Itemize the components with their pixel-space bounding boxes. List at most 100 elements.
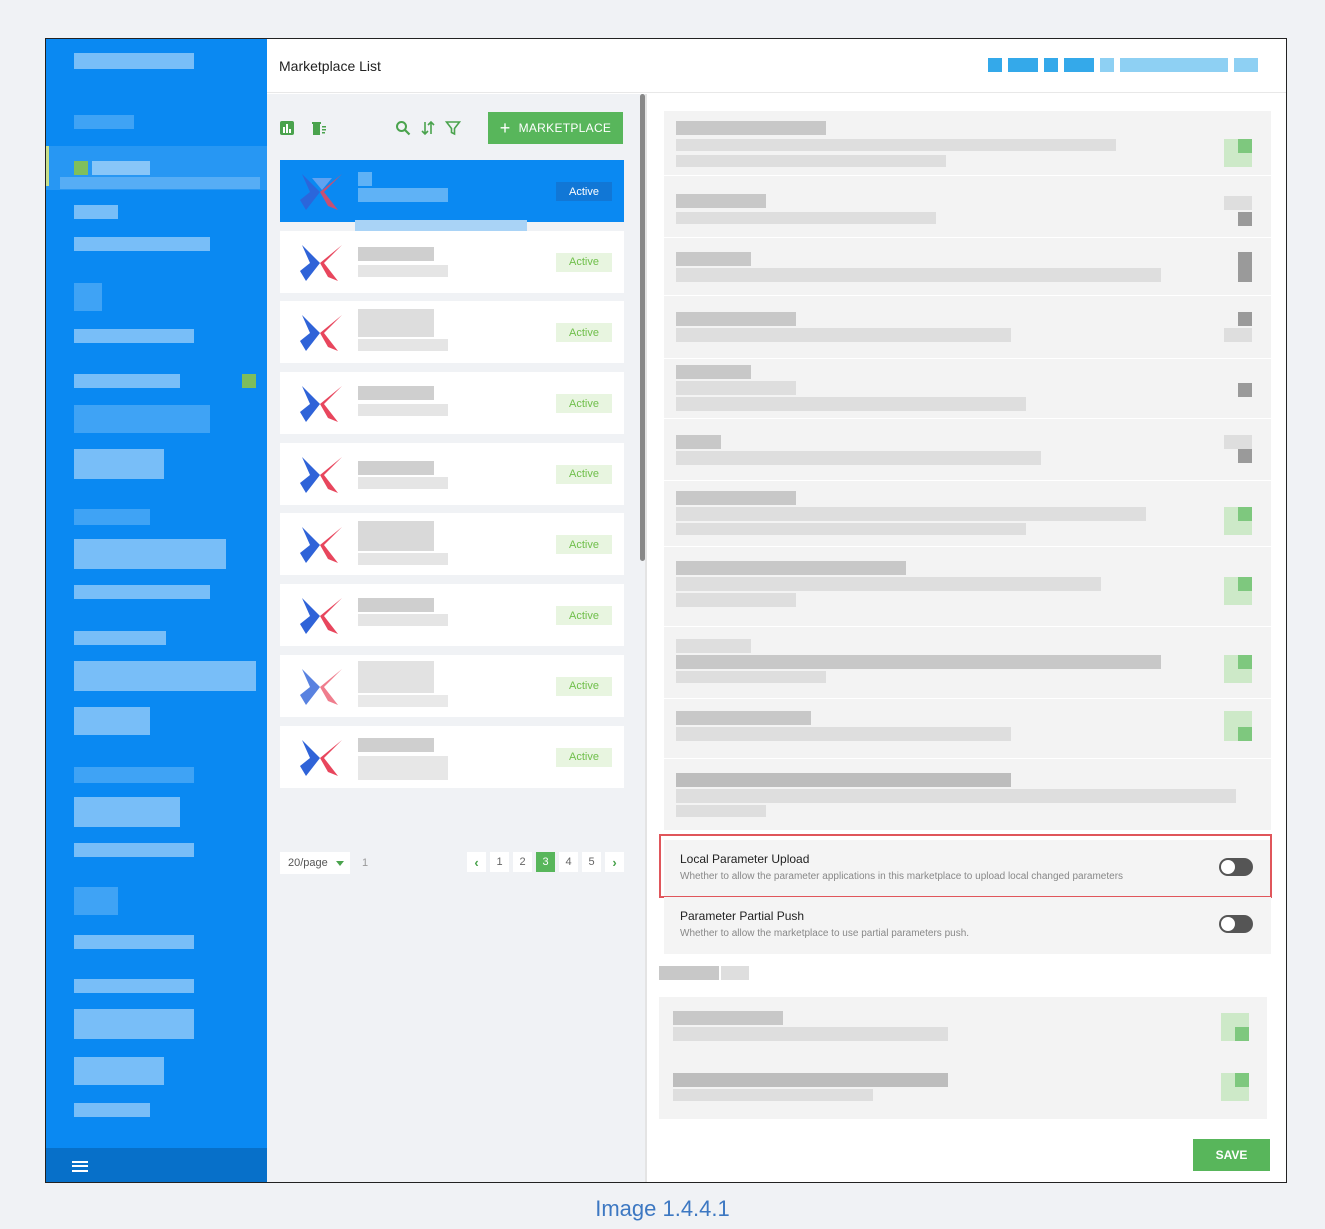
header-toolbar [988,58,1258,72]
sidebar-item[interactable] [74,1057,164,1085]
page-size-select[interactable]: 20/page [280,852,350,874]
marketplace-desc [358,694,448,707]
header-icon[interactable] [988,58,1002,72]
sidebar-item[interactable] [74,935,194,949]
marketplace-name [358,386,434,401]
setting-row [664,419,1271,481]
marketplace-name [358,737,434,752]
user-menu[interactable] [1120,58,1228,72]
list-toolbar: + MARKETPLACE [279,112,623,144]
sidebar-item[interactable] [74,1009,194,1039]
sidebar-item[interactable] [74,707,150,735]
marketplace-logo-icon [300,244,342,281]
page-button-current[interactable]: 3 [536,852,555,872]
setting-row [664,111,1271,176]
marketplace-logo-icon [300,174,342,210]
status-badge: Active [556,606,612,626]
marketplace-card[interactable]: Active [280,584,624,647]
sidebar-item[interactable] [74,797,180,827]
sidebar-item[interactable] [74,509,150,525]
next-page-icon[interactable]: › [605,852,624,872]
sidebar-item[interactable] [74,539,226,569]
marketplace-card[interactable]: Active [280,230,624,293]
language-switch[interactable] [1234,58,1258,72]
marketplace-card[interactable]: Active [280,725,624,788]
status-badge: Active [556,676,612,696]
save-button[interactable]: SAVE [1193,1139,1270,1171]
header-icon[interactable] [1044,58,1058,72]
chart-icon[interactable] [279,120,295,136]
setting-row [664,359,1271,419]
marketplace-card[interactable]: Active [280,654,624,717]
caret-down-icon [335,860,344,866]
marketplace-logo-icon [300,386,342,423]
search-icon[interactable] [395,120,411,136]
setting-title: Parameter Partial Push [680,909,805,923]
total-count: 1 [362,857,369,869]
sidebar-item-icon [74,161,88,175]
setting-row [664,238,1271,296]
setting-row [664,699,1271,759]
top-header: Marketplace List [267,39,1286,93]
sidebar-item[interactable] [74,767,194,783]
sidebar-item[interactable] [74,661,256,691]
sidebar-collapse-button[interactable] [46,1148,267,1182]
prev-page-icon[interactable]: ‹ [467,852,486,872]
status-badge: Active [556,252,612,272]
marketplace-detail-panel: Local Parameter Upload Whether to allow … [647,94,1286,1182]
page-button[interactable]: 5 [582,852,601,872]
header-icon[interactable] [1100,58,1114,72]
parameter-partial-push-toggle[interactable] [1219,915,1253,933]
marketplace-name [358,660,434,693]
page-button[interactable]: 2 [513,852,532,872]
header-icon[interactable] [1008,58,1038,72]
marketplace-desc [358,476,448,489]
add-marketplace-button[interactable]: + MARKETPLACE [488,112,623,144]
marketplace-card[interactable]: Active [280,442,624,505]
marketplace-card[interactable]: Active [280,513,624,576]
sidebar-section-label [74,115,134,129]
sidebar-item[interactable] [74,205,118,219]
setting-row [664,481,1271,547]
sidebar-item[interactable] [74,631,166,645]
sidebar-item[interactable] [74,979,194,993]
sidebar-item[interactable] [74,585,210,599]
plus-icon: + [499,118,511,138]
marketplace-name [358,246,434,261]
status-badge: Active [556,464,612,484]
page-button[interactable]: 1 [490,852,509,872]
marketplace-logo-icon [300,598,342,635]
sidebar-item[interactable] [74,1103,150,1117]
marketplace-desc [358,755,448,780]
sidebar-item[interactable] [74,449,164,479]
marketplace-logo-icon [300,456,342,493]
filter-icon[interactable] [445,120,461,136]
sidebar-item[interactable] [74,283,102,311]
marketplace-name [358,460,434,475]
page-button[interactable]: 4 [559,852,578,872]
sidebar-item[interactable] [74,405,210,433]
marketplace-logo-icon [300,668,342,705]
marketplace-desc [358,614,448,627]
sidebar-item[interactable] [74,329,194,343]
sort-icon[interactable] [420,120,436,136]
marketplace-name [358,172,372,186]
marketplace-card[interactable]: Active [280,160,624,232]
sidebar-item[interactable] [74,843,194,857]
header-icon[interactable] [1064,58,1094,72]
marketplace-desc [358,404,448,417]
app-window: Marketplace List + MARKETPLACE Active Ac… [45,38,1287,1183]
marketplace-card[interactable]: Active [280,372,624,435]
sidebar-active-indicator [46,146,49,186]
sidebar-item[interactable] [74,887,118,915]
marketplace-desc [358,339,448,352]
delete-list-icon[interactable] [311,120,327,136]
settings-section-obscured [659,997,1267,1119]
marketplace-card[interactable]: Active [280,301,624,364]
status-badge: Active [556,323,612,343]
sidebar-item[interactable] [60,177,260,189]
sidebar-item[interactable] [74,374,180,388]
sidebar-item[interactable] [74,237,210,251]
sidebar-item[interactable] [92,161,150,175]
marketplace-logo-icon [300,739,342,776]
